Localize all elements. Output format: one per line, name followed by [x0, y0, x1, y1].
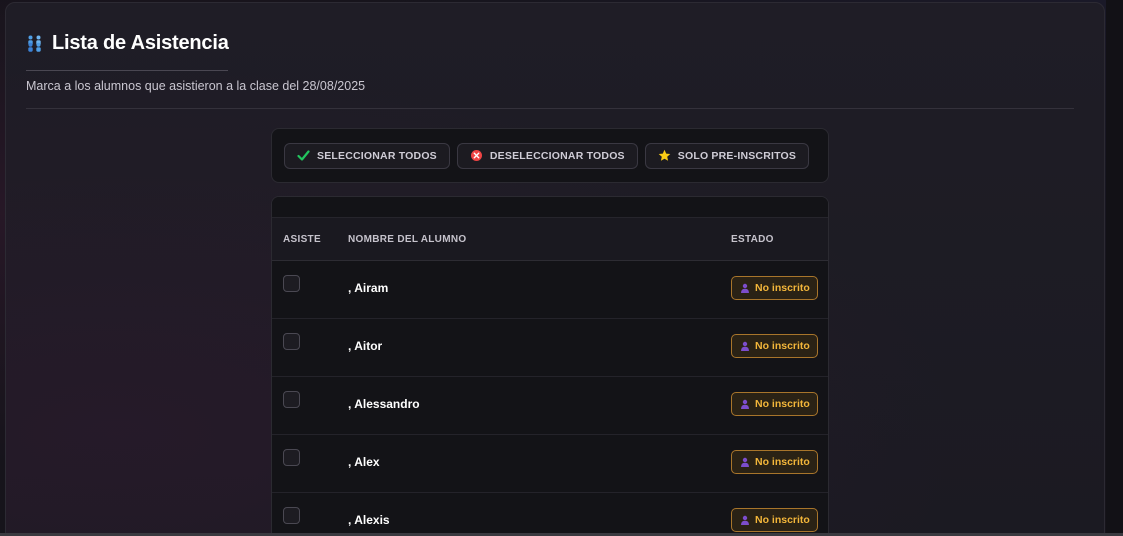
status-text: No inscrito: [755, 514, 810, 526]
person-icon: [740, 399, 750, 409]
table-row: , Airam No inscrito: [272, 261, 828, 319]
attendance-checkbox[interactable]: [283, 449, 300, 466]
student-name: , Alex: [348, 455, 380, 469]
column-header-student-name: NOMBRE DEL ALUMNO: [348, 233, 467, 245]
status-badge: No inscrito: [731, 276, 818, 300]
deselect-all-label: DESELECCIONAR TODOS: [489, 149, 625, 162]
person-icon: [740, 515, 750, 525]
select-all-button[interactable]: SELECCIONAR TODOS: [284, 142, 450, 169]
attendance-checkbox[interactable]: [283, 507, 300, 524]
page: Lista de Asistencia Marca a los alumnos …: [0, 0, 1123, 536]
table-row: , Alexis No inscrito: [272, 493, 828, 536]
status-badge: No inscrito: [731, 334, 818, 358]
people-icon: [26, 34, 44, 52]
title-row: Lista de Asistencia: [26, 30, 1076, 56]
status-badge: No inscrito: [731, 450, 818, 474]
only-preregistered-label: SOLO PRE-INSCRITOS: [677, 149, 797, 162]
column-header-attends: ASISTE: [283, 233, 321, 245]
status-badge: No inscrito: [731, 392, 818, 416]
student-name: , Alexis: [348, 513, 390, 527]
attendance-table: ASISTE NOMBRE DEL ALUMNO ESTADO , Airam …: [271, 196, 829, 536]
star-icon: [658, 149, 671, 162]
attendance-checkbox[interactable]: [283, 391, 300, 408]
page-title: Lista de Asistencia: [52, 31, 229, 54]
table-row: , Alex No inscrito: [272, 435, 828, 493]
attendance-checkbox[interactable]: [283, 275, 300, 292]
status-badge: No inscrito: [731, 508, 818, 532]
person-icon: [740, 341, 750, 351]
select-all-label: SELECCIONAR TODOS: [317, 149, 437, 162]
person-icon: [740, 283, 750, 293]
title-underline: [26, 70, 228, 71]
student-name: , Airam: [348, 281, 389, 295]
status-text: No inscrito: [755, 282, 810, 294]
only-preregistered-button[interactable]: SOLO PRE-INSCRITOS: [644, 142, 810, 169]
column-header-status: ESTADO: [731, 233, 774, 245]
table-row: , Aitor No inscrito: [272, 319, 828, 377]
bulk-actions-bar: SELECCIONAR TODOS DESELECCIONAR TODOS SO…: [271, 128, 829, 183]
table-top-spacer: [272, 197, 828, 217]
status-text: No inscrito: [755, 398, 810, 410]
status-text: No inscrito: [755, 340, 810, 352]
page-subtitle: Marca a los alumnos que asistieron a la …: [26, 79, 366, 93]
student-name: , Aitor: [348, 339, 383, 353]
status-text: No inscrito: [755, 456, 810, 468]
header-divider: [26, 108, 1074, 109]
scrollbar-track[interactable]: [1106, 0, 1123, 536]
table-row: , Alessandro No inscrito: [272, 377, 828, 435]
table-header: ASISTE NOMBRE DEL ALUMNO ESTADO: [272, 217, 828, 261]
student-name: , Alessandro: [348, 397, 420, 411]
cross-circle-icon: [470, 149, 483, 162]
check-icon: [297, 149, 310, 162]
deselect-all-button[interactable]: DESELECCIONAR TODOS: [456, 142, 638, 169]
person-icon: [740, 457, 750, 467]
attendance-checkbox[interactable]: [283, 333, 300, 350]
page-header: Lista de Asistencia Marca a los alumnos …: [26, 30, 1076, 93]
